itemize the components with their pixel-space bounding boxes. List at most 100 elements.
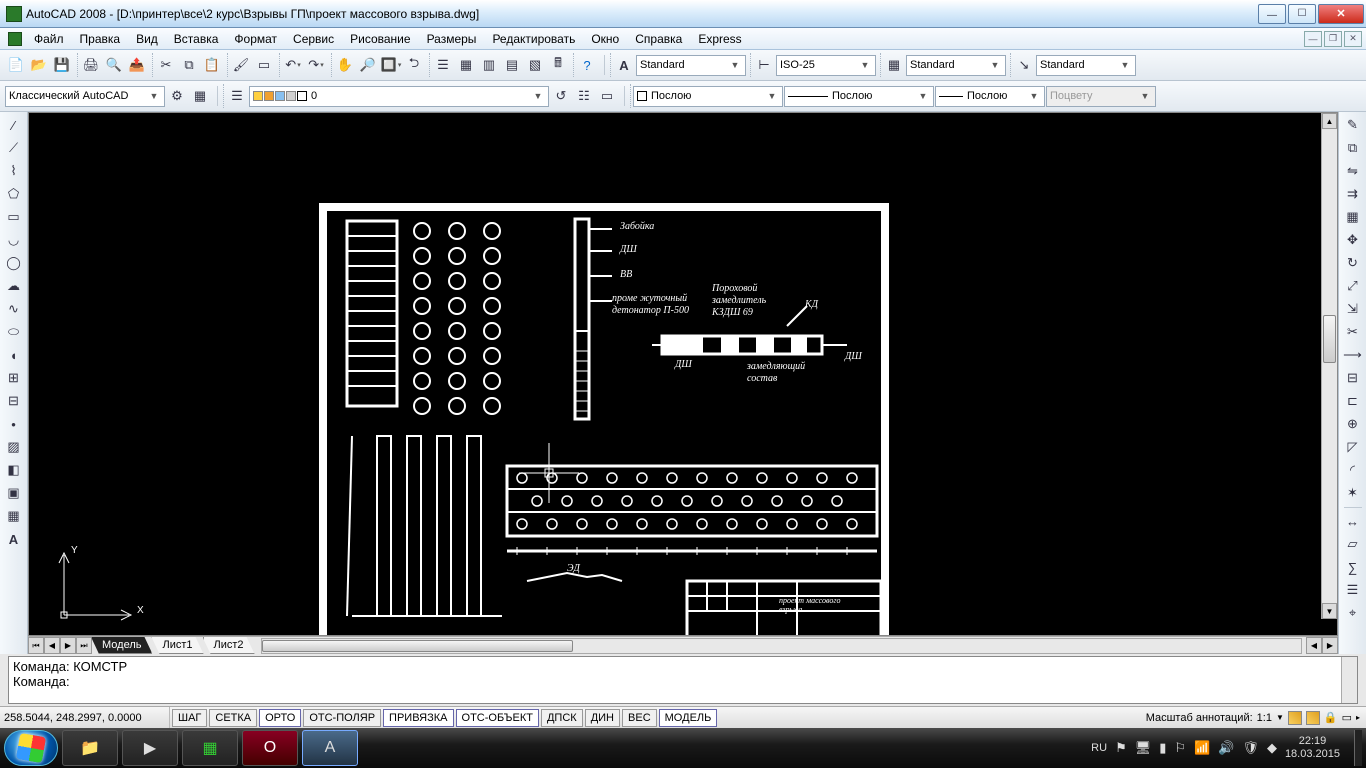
mdi-close-button[interactable]: ✕ xyxy=(1344,31,1362,47)
scale-tool[interactable]: ⤢ xyxy=(1342,275,1364,297)
tray-shield-icon[interactable]: 🛡 xyxy=(1242,740,1259,756)
lineweight-combo[interactable]: Послою▼ xyxy=(935,86,1045,107)
menu-dimension[interactable]: Размеры xyxy=(419,30,485,48)
array-tool[interactable]: ▦ xyxy=(1342,206,1364,228)
mdi-restore-button[interactable]: ❐ xyxy=(1324,31,1342,47)
minimize-button[interactable] xyxy=(1258,4,1286,24)
hscroll-left[interactable]: ◀ xyxy=(1306,637,1322,654)
status-toggle-сетка[interactable]: СЕТКА xyxy=(209,709,257,727)
language-indicator[interactable]: RU xyxy=(1091,742,1107,754)
status-toggle-дин[interactable]: ДИН xyxy=(585,709,620,727)
mleader-style-combo[interactable]: Standard▼ xyxy=(1036,55,1136,76)
tray-app-icon[interactable]: ◆ xyxy=(1267,740,1277,756)
join-tool[interactable]: ⊕ xyxy=(1342,413,1364,435)
line-tool[interactable]: ∕ xyxy=(3,114,25,136)
rectangle-tool[interactable]: ▭ xyxy=(3,206,25,228)
match-props-button[interactable]: 🖌 xyxy=(230,54,252,76)
table-style-combo[interactable]: Standard▼ xyxy=(906,55,1006,76)
copy-button[interactable]: ⧉ xyxy=(178,54,200,76)
break-tool[interactable]: ⊏ xyxy=(1342,390,1364,412)
tray-volume-icon[interactable]: 🔊 xyxy=(1218,740,1234,756)
ellipse-tool[interactable]: ⬭ xyxy=(3,321,25,343)
undo-button[interactable]: ↶ xyxy=(282,54,304,76)
table-style-icon[interactable]: ▦ xyxy=(883,54,905,76)
erase-tool[interactable]: ✎ xyxy=(1342,114,1364,136)
layer-manager-button[interactable]: ☰ xyxy=(226,85,248,107)
polygon-tool[interactable]: ⬠ xyxy=(3,183,25,205)
media-player-taskbar-button[interactable]: ▶ xyxy=(122,730,178,766)
tab-nav-first[interactable]: ⏮ xyxy=(28,637,44,654)
dim-style-combo[interactable]: ISO-25▼ xyxy=(776,55,876,76)
menu-express[interactable]: Express xyxy=(690,30,749,48)
circle-tool[interactable]: ◯ xyxy=(3,252,25,274)
menu-edit[interactable]: Правка xyxy=(72,30,129,48)
new-button[interactable]: 📄 xyxy=(5,54,27,76)
design-center-button[interactable]: ▦ xyxy=(455,54,477,76)
menu-help[interactable]: Справка xyxy=(627,30,690,48)
region-massprop-tool[interactable]: ∑ xyxy=(1342,556,1364,578)
status-tray-icon[interactable]: ▭ xyxy=(1342,711,1352,724)
pan-button[interactable]: ✋ xyxy=(334,54,356,76)
open-button[interactable]: 📂 xyxy=(28,54,50,76)
break-at-point-tool[interactable]: ⊟ xyxy=(1342,367,1364,389)
pline-tool[interactable]: ⌇ xyxy=(3,160,25,182)
insert-block-tool[interactable]: ⊞ xyxy=(3,367,25,389)
excel-taskbar-button[interactable]: ▦ xyxy=(182,730,238,766)
sheet-set-button[interactable]: ▤ xyxy=(501,54,523,76)
explode-tool[interactable]: ✶ xyxy=(1342,482,1364,504)
status-lock-icon[interactable]: 🔒 xyxy=(1324,711,1338,724)
annotation-scale-value[interactable]: 1:1 xyxy=(1257,712,1272,724)
tray-network-icon[interactable]: 📶 xyxy=(1194,740,1210,756)
layer-previous-button[interactable]: ↺ xyxy=(550,85,572,107)
ellipse-arc-tool[interactable]: ◖ xyxy=(3,344,25,366)
publish-button[interactable]: 📤 xyxy=(126,54,148,76)
block-editor-button[interactable]: ▭ xyxy=(253,54,275,76)
tool-palettes-button[interactable]: ▥ xyxy=(478,54,500,76)
mleader-style-icon[interactable]: ↘ xyxy=(1013,54,1035,76)
start-button[interactable] xyxy=(4,730,58,766)
status-toggle-орто[interactable]: ОРТО xyxy=(259,709,301,727)
offset-tool[interactable]: ⇉ xyxy=(1342,183,1364,205)
hscroll-right[interactable]: ▶ xyxy=(1322,637,1338,654)
fillet-tool[interactable]: ◜ xyxy=(1342,459,1364,481)
text-style-combo[interactable]: Standard▼ xyxy=(636,55,746,76)
taskbar-clock[interactable]: 22:19 18.03.2015 xyxy=(1285,735,1346,761)
paste-button[interactable]: 📋 xyxy=(201,54,223,76)
copy-tool[interactable]: ⧉ xyxy=(1342,137,1364,159)
opera-taskbar-button[interactable]: O xyxy=(242,730,298,766)
area-tool[interactable]: ▱ xyxy=(1342,533,1364,555)
cut-button[interactable]: ✂ xyxy=(155,54,177,76)
id-tool[interactable]: ⌖ xyxy=(1342,602,1364,624)
status-toggle-отс-объект[interactable]: ОТС-ОБЪЕКТ xyxy=(456,709,539,727)
extend-tool[interactable]: ⟶ xyxy=(1342,344,1364,366)
status-toggle-модель[interactable]: МОДЕЛЬ xyxy=(659,709,718,727)
xline-tool[interactable]: ⟋ xyxy=(3,137,25,159)
layer-states-button[interactable]: ☷ xyxy=(573,85,595,107)
status-toggle-дпск[interactable]: ДПСК xyxy=(541,709,583,727)
arc-tool[interactable]: ◡ xyxy=(3,229,25,251)
drawing-area[interactable]: Y X xyxy=(28,112,1338,636)
menu-draw[interactable]: Рисование xyxy=(342,30,418,48)
zoom-previous-button[interactable]: ⮌ xyxy=(403,54,425,76)
autocad-taskbar-button[interactable]: A xyxy=(302,730,358,766)
make-block-tool[interactable]: ⊟ xyxy=(3,390,25,412)
zoom-window-button[interactable]: 🔲 xyxy=(380,54,402,76)
revcloud-tool[interactable]: ☁ xyxy=(3,275,25,297)
quickcalc-button[interactable]: 🖩 xyxy=(547,54,569,76)
tray-battery-icon[interactable]: ▮ xyxy=(1159,740,1166,756)
text-style-icon[interactable]: A xyxy=(613,54,635,76)
menu-format[interactable]: Формат xyxy=(226,30,285,48)
plot-preview-button[interactable]: 🔍 xyxy=(103,54,125,76)
mtext-tool[interactable]: A xyxy=(3,528,25,550)
gradient-tool[interactable]: ◧ xyxy=(3,459,25,481)
status-toggle-отс-поляр[interactable]: ОТС-ПОЛЯР xyxy=(303,709,381,727)
hatch-tool[interactable]: ▨ xyxy=(3,436,25,458)
workspace-settings-button[interactable]: ⚙ xyxy=(166,85,188,107)
menu-view[interactable]: Вид xyxy=(128,30,166,48)
help-button[interactable]: ? xyxy=(576,54,598,76)
command-scrollbar[interactable] xyxy=(1341,657,1357,703)
tray-monitor-icon[interactable]: 🖥 xyxy=(1135,740,1152,756)
menu-window[interactable]: Окно xyxy=(583,30,627,48)
layout-tab-1[interactable]: Лист1 xyxy=(151,637,203,654)
horizontal-scrollbar[interactable] xyxy=(261,638,1302,654)
